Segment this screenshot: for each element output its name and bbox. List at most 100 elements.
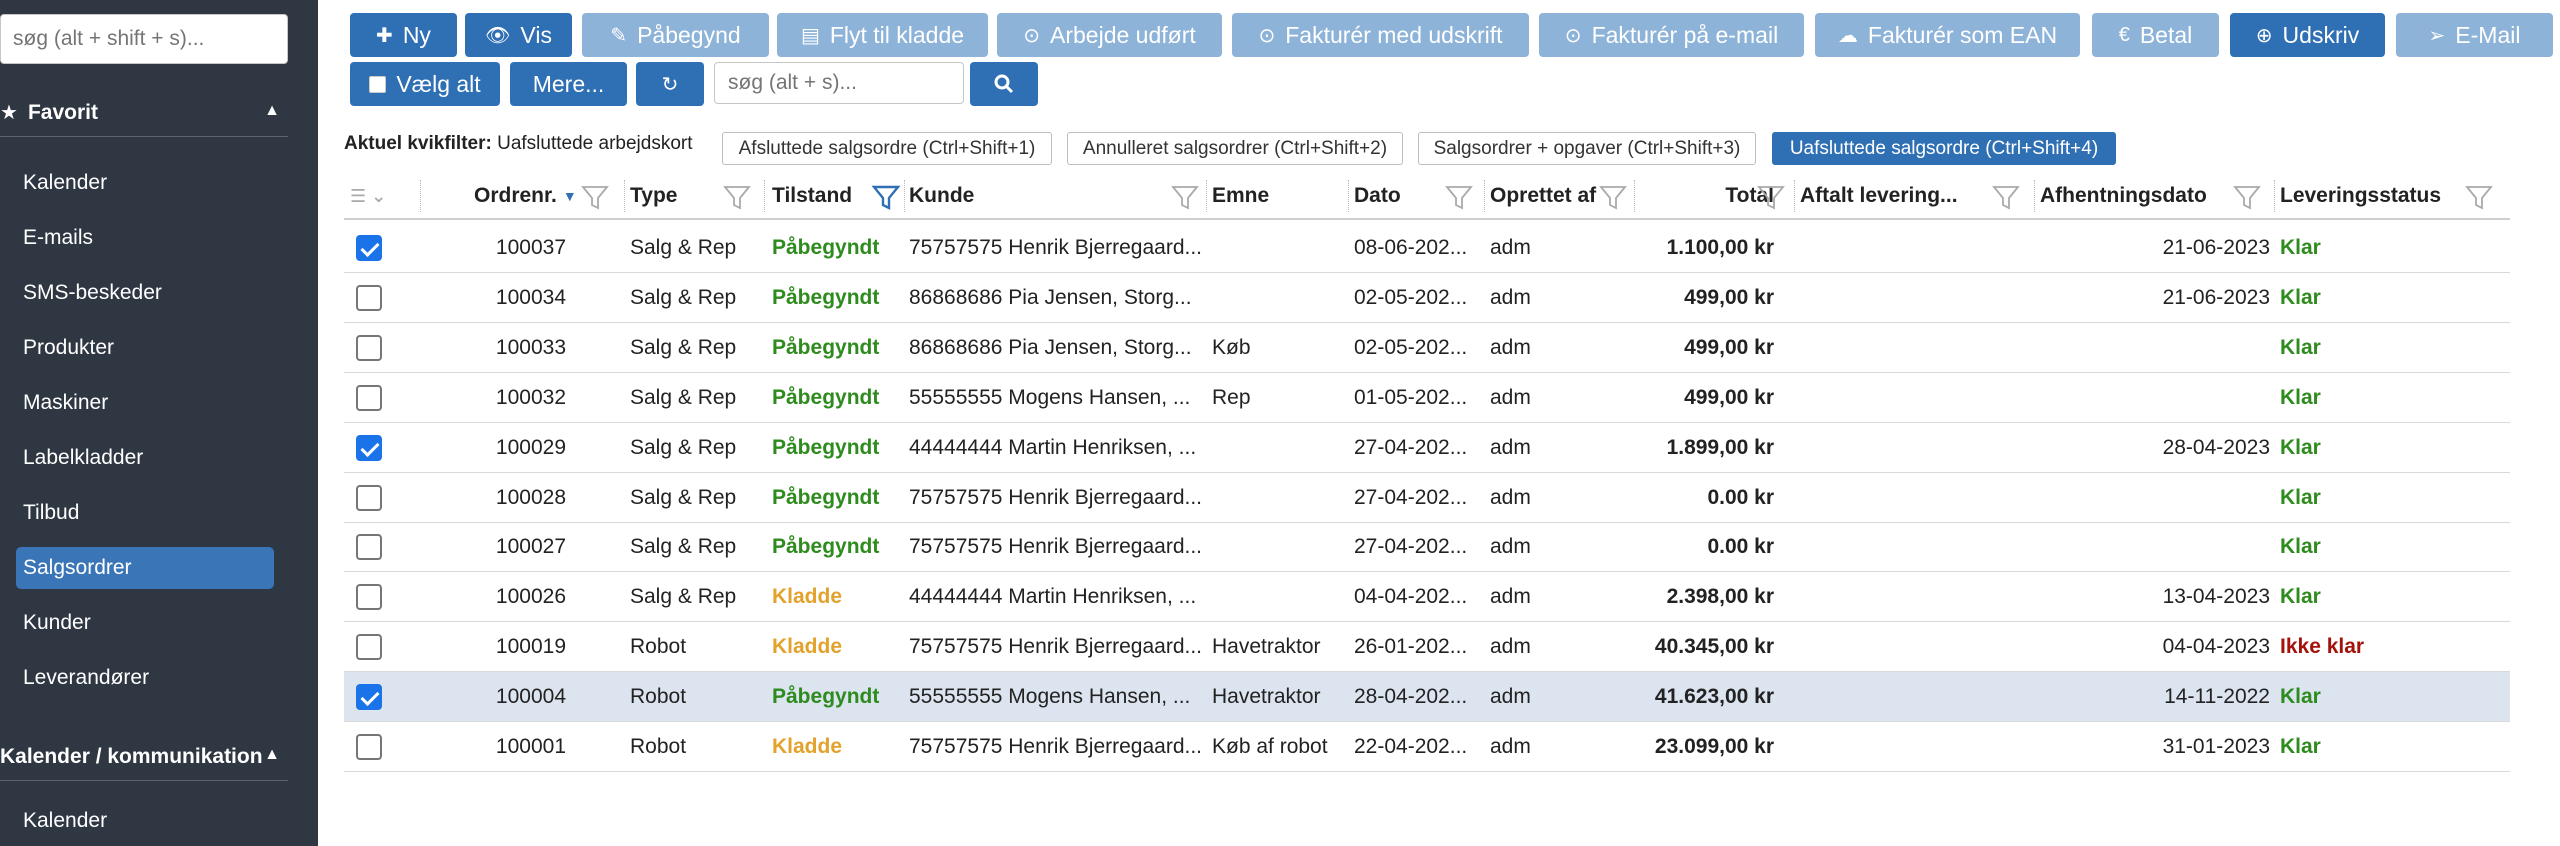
sidebar-item-label: Kalender [23,171,108,194]
pay-button[interactable]: € Betal [2092,13,2219,57]
table-row[interactable]: 100029 Salg & Rep Påbegyndt 44444444 Martin… [344,423,2510,473]
cell-oprettet: adm [1490,335,1531,359]
table-row[interactable]: 100027 Salg & Rep Påbegyndt 75757575 Henrik… [344,522,2510,573]
cell-total: 1.100,00 kr [1666,236,1774,259]
quickfilter-orders-tasks[interactable]: Salgsordrer + opgaver (Ctrl+Shift+3) [1418,132,1756,165]
cell-tilstand: Kladde [772,735,843,758]
filter-icon[interactable] [1991,182,2021,212]
more-button[interactable]: Mere... [510,62,627,106]
invoice-print-button[interactable]: ⊙ Fakturér med udskrift [1232,13,1529,57]
cell-levering: Klar [2280,385,2321,409]
sidebar-item-tilbud[interactable]: Tilbud [16,492,274,534]
checkbox-icon [369,75,387,93]
cell-tilstand: Påbegyndt [772,485,880,509]
quickfilter-open-orders[interactable]: Uafsluttede salgsordre (Ctrl+Shift+4) [1772,132,2116,165]
invoice-email-button[interactable]: ⊙ Fakturér på e-mail [1539,13,1804,57]
cell-total: 23.099,00 kr [1654,735,1774,758]
filter-icon[interactable] [1444,182,1474,212]
col-emne[interactable]: Emne [1212,174,1269,218]
quickfilter-label: Aktuel kvikfilter: Uafsluttede arbejdsko… [344,133,693,154]
view-button[interactable]: 👁 Vis [465,13,572,57]
cell-oprettet: adm [1490,735,1531,758]
cell-levering: Klar [2280,735,2321,758]
sidebar-item-labelkladder[interactable]: Labelkladder [16,437,274,479]
sidebar-item-sms-beskeder[interactable]: SMS-beskeder [16,272,274,314]
cell-dato: 27-04-202... [1354,485,1468,509]
table-row[interactable]: 100001 Robot Kladde 75757575 Henrik Bjerreg… [344,722,2510,772]
cell-type: Salg & Rep [630,236,737,259]
filter-icon[interactable] [2464,182,2494,212]
start-button[interactable]: ✎ Påbegynd [582,13,769,57]
table-row[interactable]: 100034 Salg & Rep Påbegyndt 86868686 Pia Je… [344,273,2510,323]
cell-kunde: 86868686 Pia Jensen, Storg... [909,285,1192,309]
quickfilter-closed-orders[interactable]: Afsluttede salgsordre (Ctrl+Shift+1) [722,132,1052,165]
cell-aftalt [1800,522,2030,572]
sidebar-search-input[interactable] [0,14,288,64]
col-afhentning[interactable]: Afhentningsdato [2040,174,2207,218]
cell-kunde: 75757575 Henrik Bjerregaard... [909,635,1201,659]
sidebar-item-kalender-comm[interactable]: Kalender [16,800,274,842]
sidebar-item-kunder[interactable]: Kunder [16,602,274,644]
sidebar-item-kalender[interactable]: Kalender [16,162,274,204]
cell-dato: 22-04-202... [1354,735,1468,758]
col-tilstand[interactable]: Tilstand [772,174,852,218]
plus-icon: ✚ [376,24,393,47]
work-done-button[interactable]: ⊙ Arbejde udført [997,13,1222,57]
filter-icon[interactable] [2232,182,2262,212]
sidebar-item-produkter[interactable]: Produkter [16,327,274,369]
col-aftalt[interactable]: Aftalt levering... [1800,174,1958,218]
sidebar-item-label: Labelkladder [23,446,144,469]
cell-aftalt [1800,722,2030,772]
table-row[interactable]: 100019 Robot Kladde 75757575 Henrik Bjerreg… [344,622,2510,673]
quickfilter-cancelled-orders[interactable]: Annulleret salgsordrer (Ctrl+Shift+2) [1067,132,1403,165]
filter-icon[interactable] [722,182,752,212]
col-dato[interactable]: Dato [1354,174,1401,218]
filter-icon[interactable] [1598,182,1628,212]
print-button[interactable]: ⊕ Udskriv [2230,13,2385,57]
select-all-button[interactable]: Vælg alt [350,62,500,106]
table-row[interactable]: 100037 Salg & Rep Påbegyndt 75757575 Henrik… [344,223,2510,273]
table-row[interactable]: 100032 Salg & Rep Påbegyndt 55555555 Mogens… [344,373,2510,423]
cell-tilstand: Påbegyndt [772,236,880,259]
sidebar-item-label: Maskiner [23,391,109,414]
move-to-draft-button[interactable]: ▤ Flyt til kladde [777,13,988,57]
col-kunde[interactable]: Kunde [909,174,974,218]
cell-levering: Klar [2280,485,2321,509]
table-row[interactable]: 100028 Salg & Rep Påbegyndt 75757575 Henrik… [344,473,2510,523]
favorites-section-header[interactable]: ★ Favorit ▲ [0,89,288,137]
sidebar-item-e-mails[interactable]: E-mails [16,217,274,259]
new-button[interactable]: ✚ Ny [350,13,457,57]
cell-ordrenr: 100001 [495,735,566,758]
communication-section-header[interactable]: Kalender / kommunikation ▲ [0,733,288,781]
cell-type: Salg & Rep [630,585,737,609]
filter-icon[interactable] [580,182,610,212]
search-input[interactable] [714,62,964,104]
col-ordrenr[interactable]: Ordrenr. ▼ [474,174,577,218]
cell-emne: Køb af robot [1212,735,1328,758]
collapse-caret-icon[interactable]: ▲ [264,746,280,764]
cell-aftalt [1800,223,2030,273]
table-row[interactable]: 100004 Robot Påbegyndt 55555555 Mogens Hans… [344,672,2510,723]
col-leveringsstatus[interactable]: Leveringsstatus [2280,174,2441,218]
table-row[interactable]: 100033 Salg & Rep Påbegyndt 86868686 Pia Je… [344,323,2510,373]
search-button[interactable] [970,62,1038,106]
table-row[interactable]: 100026 Salg & Rep Kladde 44444444 Martin He… [344,572,2510,623]
eye-icon: 👁 [485,24,511,47]
sidebar-item-label: Produkter [23,336,115,359]
email-button[interactable]: ➢ E-Mail [2396,13,2553,57]
refresh-button[interactable]: ↻ [636,62,704,106]
sidebar-item-leverandører[interactable]: Leverandører [16,657,274,699]
col-type[interactable]: Type [630,174,677,218]
filter-icon[interactable] [1756,182,1786,212]
filter-icon[interactable] [1170,182,1200,212]
cell-oprettet: adm [1490,485,1531,509]
sidebar-item-maskiner[interactable]: Maskiner [16,382,274,424]
col-oprettet[interactable]: Oprettet af [1490,174,1596,218]
filter-active-icon[interactable] [871,182,901,212]
invoice-ean-button[interactable]: ☁ Fakturér som EAN [1815,13,2080,57]
collapse-caret-icon[interactable]: ▲ [264,102,280,120]
cell-tilstand: Påbegyndt [772,335,880,359]
list-settings-icon[interactable]: ☰ ⌄ [350,174,386,218]
sort-desc-icon: ▼ [562,188,577,204]
sidebar-item-salgsordrer[interactable]: Salgsordrer [16,547,274,589]
